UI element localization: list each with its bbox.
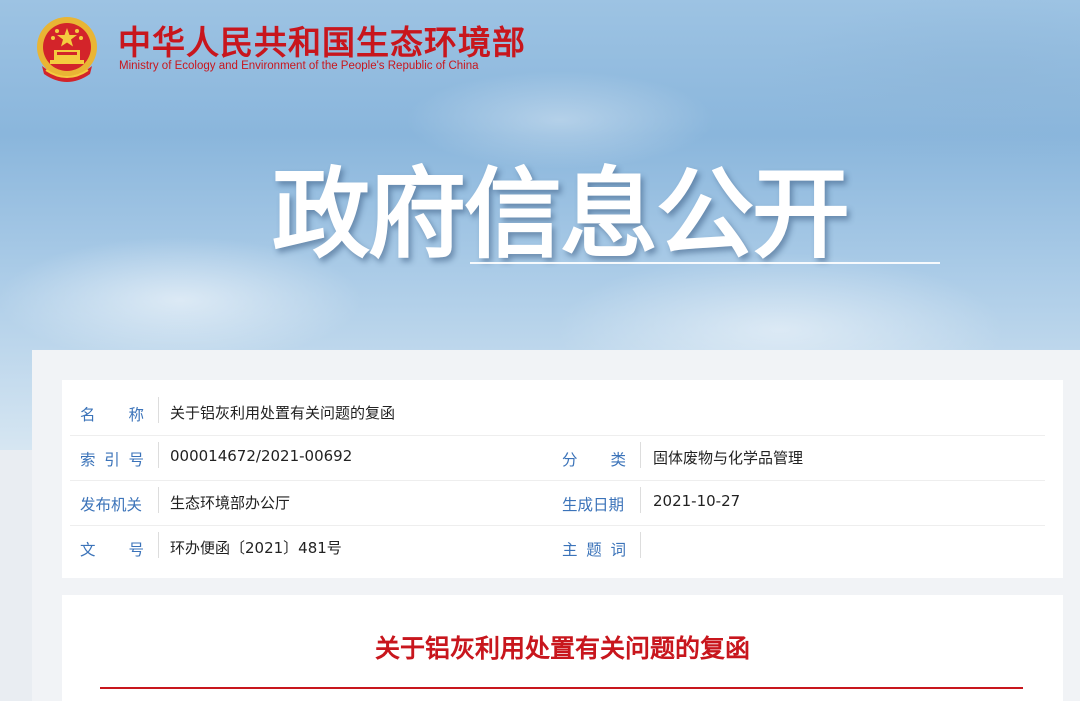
divider xyxy=(640,442,641,468)
metadata-row-docno: 文 号 环办便函〔2021〕481号 主 题 词 xyxy=(70,526,1045,570)
divider xyxy=(158,397,159,423)
date-label: 生成日期 xyxy=(562,496,625,514)
metadata-row-index: 索 引 号 000014672/2021-00692 分 类 固体废物与化学品管… xyxy=(70,436,1045,481)
docno-value: 环办便函〔2021〕481号 xyxy=(170,539,342,557)
issuer-label: 发布机关 xyxy=(80,496,143,514)
index-label: 索 引 号 xyxy=(80,451,144,469)
title-underline xyxy=(470,262,940,264)
category-label: 分 类 xyxy=(562,451,626,469)
title-red-rule xyxy=(100,687,1023,689)
name-value: 关于铝灰利用处置有关问题的复函 xyxy=(170,404,396,422)
category-value: 固体废物与化学品管理 xyxy=(653,449,804,467)
divider xyxy=(158,442,159,468)
document-body: 关于铝灰利用处置有关问题的复函 xyxy=(62,595,1063,701)
metadata-row-issuer: 发布机关 生态环境部办公厅 生成日期 2021-10-27 xyxy=(70,481,1045,526)
index-value: 000014672/2021-00692 xyxy=(170,447,353,465)
divider xyxy=(640,487,641,513)
ministry-name-cn[interactable]: 中华人民共和国生态环境部 xyxy=(118,16,526,64)
keywords-label: 主 题 词 xyxy=(562,541,626,559)
divider xyxy=(158,487,159,513)
issuer-value: 生态环境部办公厅 xyxy=(170,494,291,512)
section-title: 政府信息公开 xyxy=(272,158,850,272)
date-value: 2021-10-27 xyxy=(653,492,741,510)
docno-label: 文 号 xyxy=(80,541,144,559)
national-emblem-icon xyxy=(37,17,97,82)
name-label: 名 称 xyxy=(80,406,144,424)
metadata-row-name: 名 称 关于铝灰利用处置有关问题的复函 xyxy=(70,391,1045,436)
divider xyxy=(158,532,159,558)
document-title: 关于铝灰利用处置有关问题的复函 xyxy=(374,634,750,663)
divider xyxy=(640,532,641,558)
ministry-name-en[interactable]: Ministry of Ecology and Environment of t… xyxy=(119,60,479,72)
document-metadata-table: 名 称 关于铝灰利用处置有关问题的复函 索 引 号 000014672/2021… xyxy=(62,380,1063,578)
